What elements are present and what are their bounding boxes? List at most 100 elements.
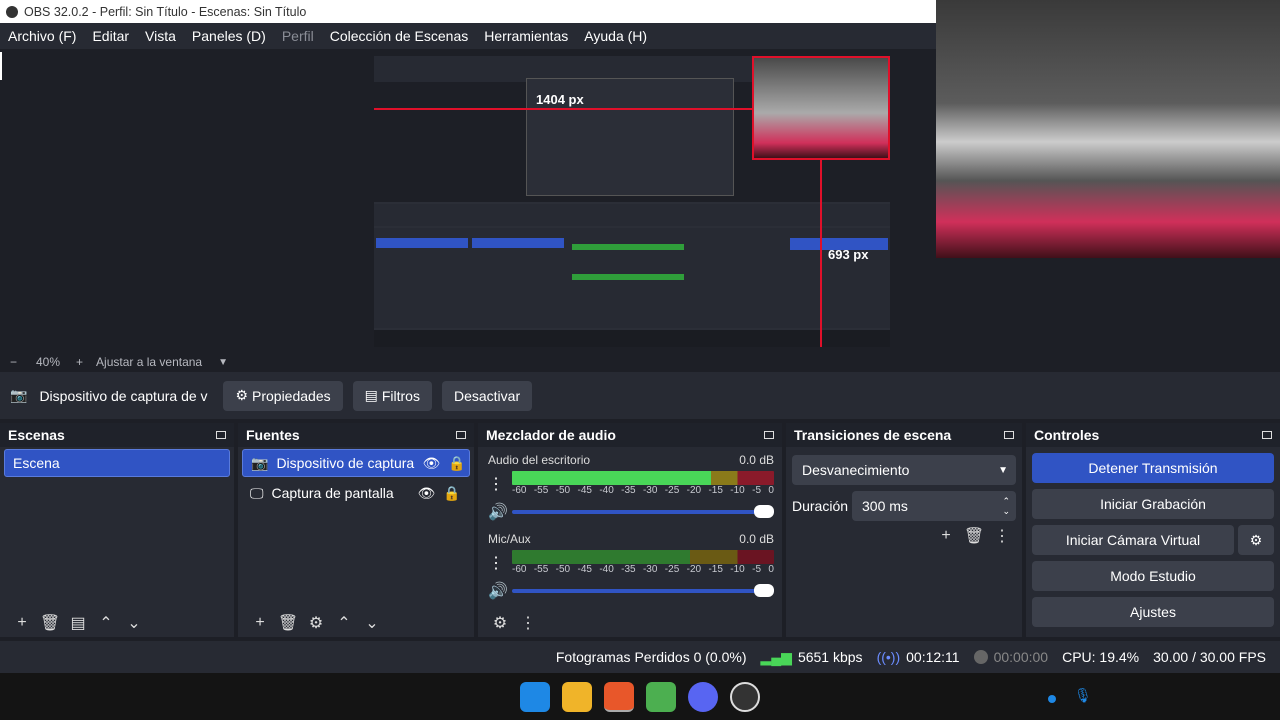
- zoom-in-button[interactable]: +: [76, 355, 92, 369]
- nested-taskbar: [374, 330, 890, 347]
- filter-icon[interactable]: ▤: [64, 612, 92, 634]
- transition-select[interactable]: Desvanecimiento ▼: [792, 455, 1016, 485]
- source-label: Dispositivo de captura d: [276, 455, 419, 471]
- sources-dock: Fuentes 📷 Dispositivo de captura d 👁 🔒 🖵…: [238, 423, 474, 637]
- add-icon[interactable]: +: [246, 612, 274, 634]
- discord-icon[interactable]: [688, 681, 718, 712]
- chevron-up-icon[interactable]: ⌃: [92, 612, 120, 634]
- chevron-down-icon[interactable]: ⌄: [358, 612, 386, 634]
- android-app-icon[interactable]: [646, 681, 676, 712]
- menu-ayuda[interactable]: Ayuda (H): [576, 28, 655, 44]
- controls-title: Controles: [1034, 427, 1100, 443]
- stepper-icon[interactable]: ⌃ ⌄: [1002, 496, 1010, 516]
- fps: 30.00 / 30.00 FPS: [1153, 649, 1266, 665]
- gear-icon[interactable]: ⚙: [1238, 525, 1274, 555]
- record-time: 00:00:00: [993, 649, 1049, 665]
- audio-meter: [512, 471, 774, 485]
- monitor-icon: 🖵: [250, 484, 264, 501]
- undock-icon[interactable]: [1262, 431, 1272, 439]
- undock-icon[interactable]: [216, 431, 226, 439]
- filter-icon: ▤: [364, 387, 378, 403]
- kebab-menu-icon[interactable]: ⋮: [488, 553, 512, 573]
- vertical-dimension-label: 693 px: [828, 247, 869, 262]
- virtual-camera-button[interactable]: Iniciar Cámara Virtual: [1032, 525, 1234, 555]
- undock-icon[interactable]: [764, 431, 774, 439]
- selected-source-box[interactable]: [752, 56, 890, 160]
- advanced-audio-gear-icon[interactable]: ⚙: [486, 612, 514, 634]
- transitions-title: Transiciones de escena: [794, 427, 952, 443]
- zoom-out-button[interactable]: −: [10, 355, 26, 369]
- filters-label: Filtros: [381, 387, 420, 404]
- chevron-up-icon[interactable]: ⌃: [330, 612, 358, 634]
- chevron-down-icon[interactable]: ⌄: [120, 612, 148, 634]
- meter-scale: -60 -55 -50 -45 -40 -35 -30 -25 -20 -15 -10 -5 0: [512, 564, 774, 575]
- windows-start-icon[interactable]: [520, 681, 550, 712]
- preview-canvas[interactable]: 1404 px 693 px: [374, 56, 890, 347]
- menu-perfil[interactable]: Perfil: [274, 28, 322, 44]
- menu-paneles[interactable]: Paneles (D): [184, 28, 274, 44]
- undock-icon[interactable]: [1004, 431, 1014, 439]
- broadcast-icon: ((•)): [876, 649, 901, 665]
- menu-vista[interactable]: Vista: [137, 28, 184, 44]
- trash-icon[interactable]: 🗑: [960, 525, 988, 547]
- properties-button[interactable]: ⚙ Propiedades: [223, 380, 343, 411]
- brave-browser-icon[interactable]: [604, 681, 634, 712]
- eye-icon[interactable]: 👁: [422, 455, 440, 472]
- stop-stream-button[interactable]: Detener Transmisión: [1032, 453, 1274, 483]
- chevron-down-icon: ▼: [998, 464, 1008, 476]
- cpu-usage: CPU: 19.4%: [1062, 649, 1140, 665]
- duration-value: 300 ms: [862, 498, 908, 514]
- filters-button[interactable]: ▤ Filtros: [352, 380, 432, 411]
- lock-icon[interactable]: 🔒: [448, 455, 465, 472]
- trash-icon[interactable]: 🗑: [274, 612, 302, 634]
- source-item[interactable]: 📷 Dispositivo de captura d 👁 🔒: [242, 449, 470, 477]
- eye-icon[interactable]: 👁: [418, 485, 436, 502]
- studio-mode-button[interactable]: Modo Estudio: [1032, 561, 1274, 591]
- menu-editar[interactable]: Editar: [84, 28, 137, 44]
- duration-label: Duración: [792, 498, 849, 514]
- channel-name: Audio del escritorio: [488, 453, 591, 467]
- start-recording-button[interactable]: Iniciar Grabación: [1032, 489, 1274, 519]
- scene-item[interactable]: Escena: [4, 449, 230, 477]
- sources-title: Fuentes: [246, 427, 300, 443]
- kebab-menu-icon[interactable]: ⋮: [514, 612, 542, 634]
- horizontal-guide: [374, 108, 752, 110]
- trash-icon[interactable]: 🗑: [36, 612, 64, 634]
- scenes-title: Escenas: [8, 427, 65, 443]
- kebab-menu-icon[interactable]: ⋮: [988, 525, 1016, 547]
- audio-meter: [512, 550, 774, 564]
- source-toolbar: 📷 Dispositivo de captura de v ⚙ Propieda…: [0, 372, 1280, 419]
- chevron-down-icon[interactable]: ▼: [218, 357, 228, 368]
- speaker-icon[interactable]: 🔊: [488, 502, 512, 522]
- mixer-channel: Audio del escritorio 0.0 dB ⋮ -60 -55 -50-…: [488, 453, 774, 522]
- vertical-guide: [820, 160, 822, 347]
- add-icon[interactable]: +: [932, 525, 960, 547]
- nested-docks: [374, 228, 890, 328]
- undock-icon[interactable]: [456, 431, 466, 439]
- volume-slider[interactable]: [512, 505, 774, 518]
- volume-slider[interactable]: [512, 584, 774, 597]
- channel-db: 0.0 dB: [739, 532, 774, 546]
- add-icon[interactable]: +: [8, 612, 36, 634]
- menu-coleccion-escenas[interactable]: Colección de Escenas: [322, 28, 477, 44]
- nested-source-bar: [374, 204, 890, 226]
- microphone-icon[interactable]: 🎙: [1074, 687, 1092, 704]
- duration-input[interactable]: 300 ms ⌃ ⌄: [852, 491, 1016, 521]
- bitrate: 5651 kbps: [797, 649, 863, 665]
- fit-to-window-label[interactable]: Ajustar a la ventana: [96, 355, 202, 369]
- kebab-menu-icon[interactable]: ⋮: [488, 474, 512, 494]
- file-explorer-icon[interactable]: [562, 681, 592, 712]
- obs-taskbar-icon[interactable]: [730, 681, 760, 712]
- speaker-icon[interactable]: 🔊: [488, 581, 512, 601]
- gear-icon[interactable]: ⚙: [302, 612, 330, 634]
- menu-herramientas[interactable]: Herramientas: [476, 28, 576, 44]
- source-item[interactable]: 🖵 Captura de pantalla 👁 🔒: [242, 479, 470, 507]
- stream-time: 00:12:11: [906, 649, 960, 665]
- lock-icon[interactable]: 🔒: [443, 485, 460, 502]
- text-cursor: [0, 52, 2, 80]
- deactivate-button[interactable]: Desactivar: [441, 380, 533, 411]
- menu-archivo[interactable]: Archivo (F): [0, 28, 84, 44]
- properties-label: Propiedades: [252, 387, 331, 404]
- audio-mixer-dock: Mezclador de audio Audio del escritorio …: [478, 423, 782, 637]
- settings-button[interactable]: Ajustes: [1032, 597, 1274, 627]
